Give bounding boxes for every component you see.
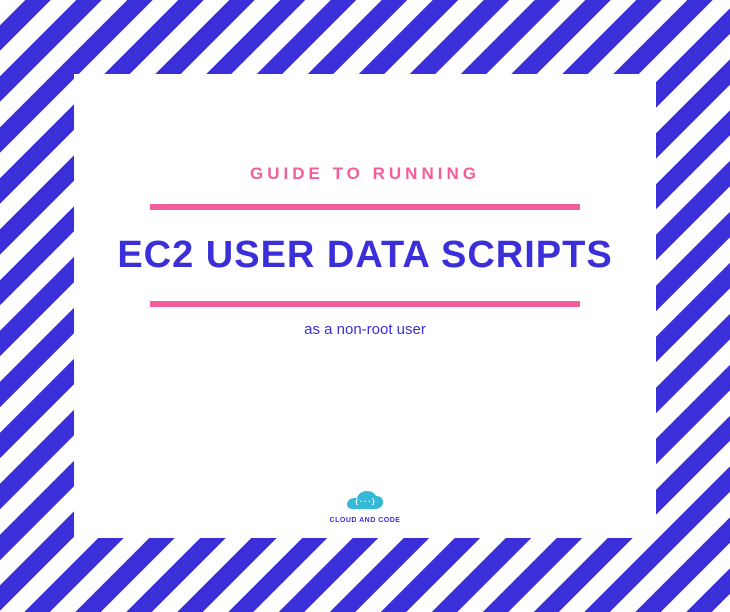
subtitle-text: as a non-root user (304, 321, 426, 338)
divider-top (150, 204, 580, 210)
eyebrow-text: GUIDE TO RUNNING (250, 164, 480, 184)
divider-bottom (150, 301, 580, 307)
logo-label: CLOUD AND CODE (330, 517, 401, 524)
cloud-icon: {···} (345, 491, 385, 515)
card-frame: GUIDE TO RUNNING EC2 USER DATA SCRIPTS a… (0, 0, 730, 612)
logo: {···} CLOUD AND CODE (74, 491, 656, 524)
card-body: GUIDE TO RUNNING EC2 USER DATA SCRIPTS a… (74, 74, 656, 538)
svg-text:{···}: {···} (354, 498, 375, 506)
main-title: EC2 USER DATA SCRIPTS (117, 234, 612, 277)
